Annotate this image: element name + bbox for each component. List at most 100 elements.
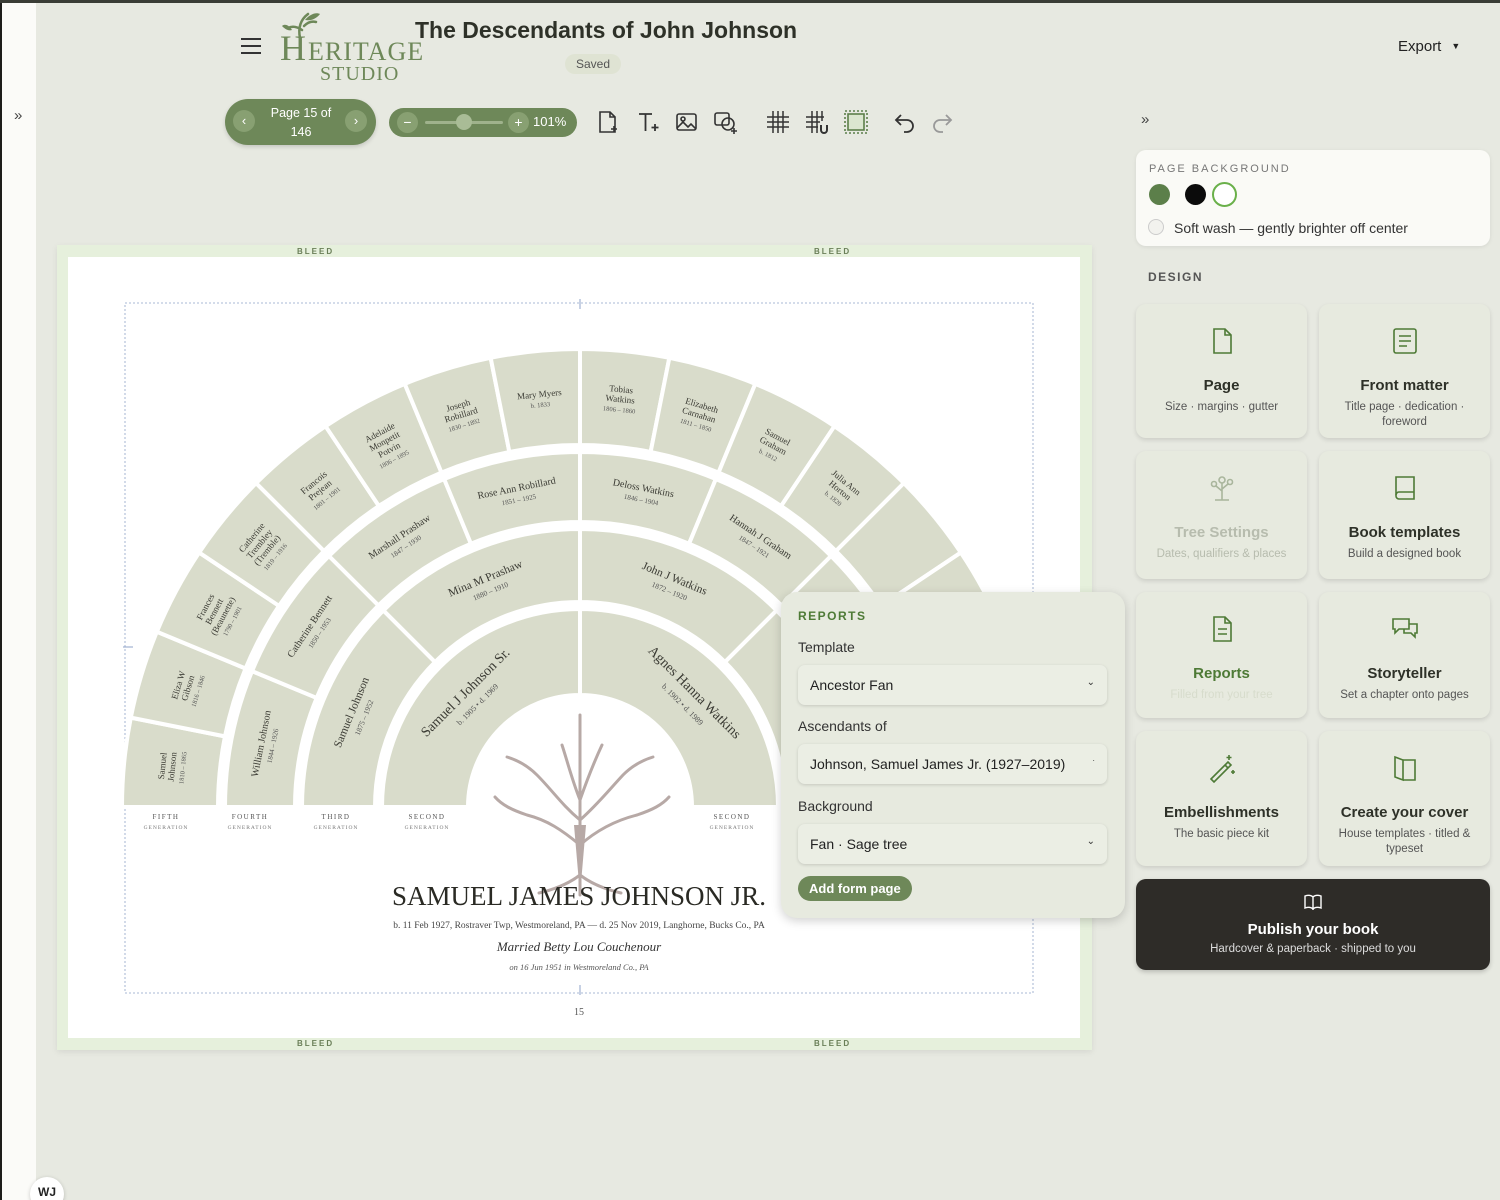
previous-page-button[interactable]: ‹ bbox=[233, 110, 255, 132]
marriage-detail: on 16 Jun 1951 in Westmoreland Co., PA bbox=[509, 962, 649, 972]
chevron-down-icon: ▼ bbox=[1451, 41, 1461, 51]
tile-storyteller-title: Storyteller bbox=[1367, 665, 1442, 682]
tile-front-matter-title: Front matter bbox=[1360, 377, 1449, 394]
template-select[interactable]: Ancestor Fan ⌄ bbox=[798, 665, 1107, 705]
zoom-slider-knob[interactable] bbox=[456, 114, 472, 130]
page-number: 15 bbox=[574, 1007, 584, 1018]
page-background-caption: PAGE BACKGROUND bbox=[1149, 163, 1291, 175]
swatch-black[interactable] bbox=[1185, 184, 1206, 205]
export-button[interactable]: Export ▼ bbox=[1398, 38, 1460, 55]
left-rail: » bbox=[0, 3, 36, 1200]
tile-reports[interactable]: Reports Filled from your tree bbox=[1136, 592, 1307, 718]
zoom-in-button[interactable]: + bbox=[508, 112, 529, 133]
tile-storyteller-subtitle: Set a chapter onto pages bbox=[1340, 689, 1469, 701]
generation-sublabel: GENERATION bbox=[405, 825, 450, 831]
avatar[interactable]: WJ bbox=[30, 1177, 64, 1200]
page-navigator: ‹ Page 15 of 146 › bbox=[225, 99, 376, 145]
soft-wash-radio[interactable] bbox=[1148, 219, 1164, 235]
open-book-icon bbox=[1304, 894, 1322, 911]
generation-sublabel: GENERATION bbox=[314, 825, 359, 831]
collapse-panel-icon[interactable]: » bbox=[1141, 111, 1149, 128]
reports-heading: REPORTS bbox=[798, 609, 867, 623]
tile-tree-settings[interactable]: Tree Settings Dates, qualifiers & places bbox=[1136, 451, 1307, 579]
generation-sublabel: GENERATION bbox=[144, 825, 189, 831]
soft-wash-label: Soft wash — gently brighter off center bbox=[1174, 220, 1408, 236]
menu-icon[interactable] bbox=[241, 38, 261, 54]
heritage-studio-logo: H ERITAGE STUDIO bbox=[280, 12, 424, 84]
tile-embellishments-subtitle: The basic piece kit bbox=[1173, 828, 1270, 840]
svg-text:ERITAGE: ERITAGE bbox=[308, 37, 424, 66]
tile-book-templates-title: Book templates bbox=[1348, 524, 1461, 541]
reports-popover: REPORTS Template Ancestor Fan ⌄ Ascendant… bbox=[781, 592, 1125, 918]
add-form-page-button[interactable]: Add form page bbox=[798, 876, 912, 901]
tile-storyteller[interactable]: Storyteller Set a chapter onto pages bbox=[1319, 592, 1490, 718]
tile-reports-subtitle: Filled from your tree bbox=[1170, 689, 1273, 701]
tile-book-templates[interactable]: Book templates Build a designed book bbox=[1319, 451, 1490, 579]
publish-book-button[interactable]: Publish your book Hardcover & paperback … bbox=[1136, 879, 1490, 970]
publish-title: Publish your book bbox=[1247, 921, 1379, 938]
tile-tree-settings-title: Tree Settings bbox=[1174, 524, 1269, 541]
marriage-line: Married Betty Lou Couchenour bbox=[496, 939, 662, 954]
save-status-badge: Saved bbox=[565, 54, 622, 74]
tile-page[interactable]: Page Size · margins · gutter bbox=[1136, 304, 1307, 438]
generation-label: SECOND bbox=[408, 813, 445, 821]
document-lines-icon bbox=[1392, 328, 1417, 354]
template-label: Template bbox=[798, 639, 855, 655]
snap-grid-icon[interactable] bbox=[804, 109, 830, 135]
more-dot-icon: · bbox=[1092, 756, 1095, 765]
generation-label: FOURTH bbox=[232, 813, 269, 821]
generation-sublabel: GENERATION bbox=[710, 825, 755, 831]
export-label: Export bbox=[1398, 38, 1442, 55]
grid-icon[interactable] bbox=[765, 109, 791, 135]
bleed-toggle-icon[interactable] bbox=[843, 109, 869, 135]
report-icon bbox=[1212, 616, 1232, 642]
tile-create-cover[interactable]: Create your cover House templates · titl… bbox=[1319, 731, 1490, 866]
add-page-icon[interactable] bbox=[595, 109, 621, 135]
subject-life-events: b. 11 Feb 1927, Rostraver Twp, Westmorel… bbox=[393, 921, 765, 931]
publish-subtitle: Hardcover & paperback · shipped to you bbox=[1210, 943, 1416, 955]
add-shape-icon[interactable] bbox=[713, 109, 739, 135]
ascendants-select[interactable]: Johnson, Samuel James Jr. (1927–2019) · bbox=[798, 744, 1107, 784]
redo-icon[interactable] bbox=[929, 109, 955, 135]
design-section-label: DESIGN bbox=[1148, 270, 1204, 284]
tree-icon bbox=[1210, 476, 1233, 501]
svg-text:H: H bbox=[280, 28, 306, 68]
zoom-control: − + 101% bbox=[389, 108, 577, 137]
chevron-down-icon: ⌄ bbox=[1086, 677, 1095, 688]
cover-icon bbox=[1393, 755, 1416, 782]
generation-label: FIFTH bbox=[153, 813, 180, 821]
next-page-button[interactable]: › bbox=[345, 110, 367, 132]
generation-label: THIRD bbox=[322, 813, 351, 821]
subject-name: SAMUEL JAMES JOHNSON JR. bbox=[392, 881, 766, 911]
tile-page-title: Page bbox=[1203, 377, 1240, 394]
background-select[interactable]: Fan · Sage tree ⌄ bbox=[798, 824, 1107, 864]
zoom-out-button[interactable]: − bbox=[397, 112, 418, 133]
document-title[interactable]: The Descendants of John Johnson bbox=[415, 17, 797, 44]
expand-rail-icon[interactable]: » bbox=[14, 107, 22, 124]
swatch-sage[interactable] bbox=[1149, 184, 1170, 205]
zoom-level: 101% bbox=[533, 114, 567, 129]
tile-embellishments[interactable]: Embellishments The basic piece kit bbox=[1136, 731, 1307, 866]
undo-icon[interactable] bbox=[892, 109, 918, 135]
tile-tree-settings-subtitle: Dates, qualifiers & places bbox=[1156, 548, 1287, 560]
tile-page-subtitle: Size · margins · gutter bbox=[1164, 401, 1279, 413]
tile-front-matter[interactable]: Front matter Title page · dedication · f… bbox=[1319, 304, 1490, 438]
add-image-icon[interactable] bbox=[674, 109, 700, 135]
background-label: Background bbox=[798, 798, 873, 814]
fan-person: SamuelJohnson 1810 – 1865 bbox=[156, 751, 189, 784]
swatch-white-selected[interactable] bbox=[1212, 182, 1237, 207]
generation-sublabel: GENERATION bbox=[228, 825, 273, 831]
template-value: Ancestor Fan bbox=[810, 677, 894, 693]
chevron-down-icon: ⌄ bbox=[1086, 836, 1095, 847]
background-value: Fan · Sage tree bbox=[810, 836, 908, 852]
chat-icon bbox=[1391, 618, 1418, 639]
book-icon bbox=[1394, 476, 1415, 500]
add-text-icon[interactable] bbox=[635, 109, 661, 135]
tile-book-templates-subtitle: Build a designed book bbox=[1347, 548, 1462, 560]
page-indicator: Page 15 of 146 bbox=[270, 106, 332, 139]
window-top-border bbox=[0, 0, 1500, 3]
svg-text:STUDIO: STUDIO bbox=[320, 63, 399, 84]
tile-create-cover-subtitle: House templates · titled & typeset bbox=[1338, 828, 1471, 855]
ascendants-value: Johnson, Samuel James Jr. (1927–2019) bbox=[810, 756, 1066, 772]
tile-embellishments-title: Embellishments bbox=[1163, 804, 1280, 821]
